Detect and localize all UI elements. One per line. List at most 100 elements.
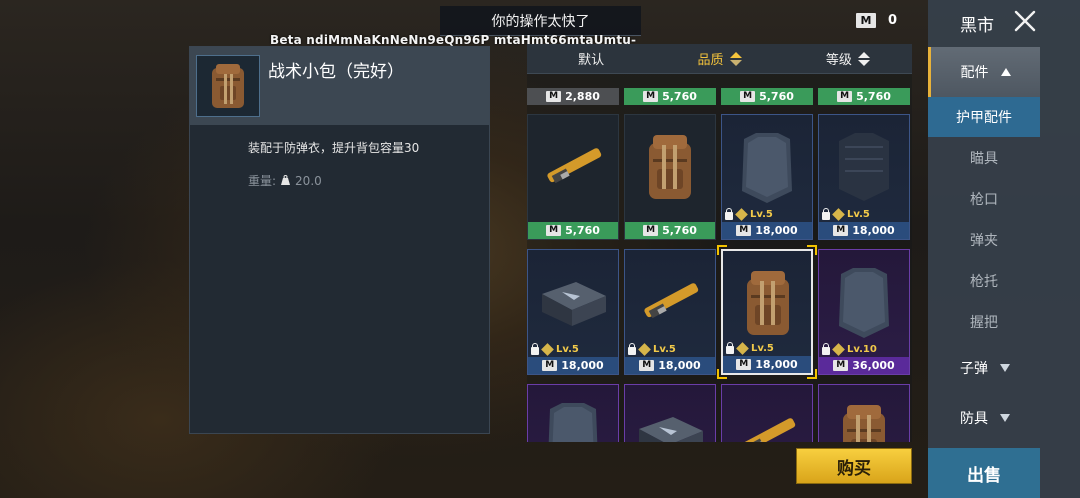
toast-text: 你的操作太快了 (491, 13, 590, 30)
buy-button[interactable]: 购买 (796, 448, 912, 484)
currency-icon: M (740, 91, 756, 102)
weight-value: 20.0 (295, 173, 322, 188)
item-cell-plate[interactable]: Lv.5 M 18,000 (721, 114, 813, 240)
item-description: 装配于防弹衣，提升背包容量30 (248, 141, 420, 155)
sort-tab-quality[interactable]: 品质 (655, 44, 783, 73)
market-grid: 默认 品质 等级 M 2,880 M 5,760 M 5,760 M 5,760 M 5,760… (527, 44, 912, 442)
balance-value: 0 (888, 13, 898, 28)
item-cell-plate[interactable] (527, 384, 619, 442)
sort-arrows-icon (857, 51, 870, 66)
price-value: 5,760 (662, 224, 697, 237)
selection-corner (807, 245, 817, 255)
item-cell-strap[interactable] (721, 384, 813, 442)
sort-arrows-icon (729, 51, 742, 66)
sub-category-item[interactable]: 枪托 (928, 261, 1040, 301)
currency-icon: M (736, 359, 752, 370)
price-tag: M 5,760 (624, 88, 716, 105)
level-requirement: Lv.5 (531, 342, 579, 356)
currency-icon: M (639, 360, 655, 371)
weight-icon (281, 175, 291, 185)
price-value: 36,000 (852, 359, 895, 372)
chevron-down-icon (1000, 364, 1010, 372)
price-value: 2,880 (565, 90, 600, 103)
item-cell-pouch[interactable]: M 5,760 (624, 114, 716, 240)
currency-icon: M (736, 225, 752, 236)
price-tag: M 5,760 (721, 88, 813, 105)
rank-icon (736, 342, 749, 355)
lock-icon (531, 342, 539, 355)
currency-icon: M (643, 225, 659, 236)
lock-icon (628, 342, 636, 355)
price-value: 5,760 (759, 90, 794, 103)
sub-category-item[interactable]: 弹夹 (928, 220, 1040, 260)
item-detail-header: 战术小包（完好） (190, 47, 489, 125)
price-value: 18,000 (755, 224, 798, 237)
price-value: 18,000 (755, 358, 798, 371)
category-ammo[interactable]: 子弹 (928, 343, 1042, 393)
item-cell-plate[interactable]: Lv.10 M 36,000 (818, 249, 910, 375)
item-cell-case[interactable] (624, 384, 716, 442)
selection-corner (717, 369, 727, 379)
level-requirement: Lv.5 (726, 341, 774, 355)
selection-corner (807, 369, 817, 379)
price-tag: M 2,880 (527, 88, 619, 105)
price-value: 18,000 (658, 359, 701, 372)
price-tag: M 5,760 (818, 88, 910, 105)
rate-limit-toast: 你的操作太快了 (440, 6, 641, 36)
item-cell-vest-plate[interactable]: Lv.5 M 18,000 (818, 114, 910, 240)
item-cell-case[interactable]: Lv.5 M 18,000 (527, 249, 619, 375)
sort-tab-level[interactable]: 等级 (784, 44, 912, 73)
item-cell-pouch[interactable] (818, 384, 910, 442)
black-market-sidebar: 黑市 配件 护甲配件 瞄具 枪口 弹夹 枪托 握把 子弹 防具 出售 (928, 0, 1080, 498)
price-tag: M 18,000 (528, 357, 618, 374)
lock-icon (726, 341, 734, 354)
chevron-down-icon (1000, 414, 1010, 422)
price-tag: M 5,760 (528, 222, 618, 239)
weight-label: 重量: (248, 174, 277, 188)
chevron-up-icon (1000, 68, 1011, 76)
level-requirement: Lv.5 (725, 207, 773, 221)
item-weight: 重量: 20.0 (248, 172, 322, 189)
rank-icon (832, 208, 845, 221)
category-armor[interactable]: 防具 (928, 393, 1042, 443)
level-requirement: Lv.10 (822, 342, 877, 356)
price-tag: M 18,000 (723, 356, 811, 373)
price-value: 18,000 (852, 224, 895, 237)
currency-icon: M (833, 225, 849, 236)
sell-button[interactable]: 出售 (928, 448, 1040, 498)
currency-icon: M (542, 360, 558, 371)
currency-icon: M (856, 13, 876, 28)
price-tag: M 18,000 (819, 222, 909, 239)
price-tag: M 18,000 (722, 222, 812, 239)
level-requirement: Lv.5 (822, 207, 870, 221)
currency-balance: M 0 (856, 13, 897, 28)
item-title: 战术小包（完好） (268, 62, 404, 82)
price-tag: M 5,760 (625, 222, 715, 239)
item-cell-strap[interactable]: Lv.5 M 18,000 (624, 249, 716, 375)
lock-icon (822, 207, 830, 220)
price-tag: M 18,000 (625, 357, 715, 374)
rank-icon (832, 343, 845, 356)
price-value: 5,760 (856, 90, 891, 103)
rank-icon (541, 343, 554, 356)
item-detail-panel: 战术小包（完好） 装配于防弹衣，提升背包容量30 重量: 20.0 (189, 46, 490, 434)
sort-bar: 默认 品质 等级 (527, 44, 912, 74)
lock-icon (725, 207, 733, 220)
currency-icon: M (546, 225, 562, 236)
rank-icon (735, 208, 748, 221)
price-value: 18,000 (561, 359, 604, 372)
sort-tab-default[interactable]: 默认 (527, 44, 655, 73)
lock-icon (822, 342, 830, 355)
tactical-pouch-icon (196, 55, 260, 117)
category-accessory[interactable]: 配件 (928, 47, 1040, 97)
sub-category-item[interactable]: 握把 (928, 302, 1040, 342)
sub-category-item[interactable]: 瞄具 (928, 138, 1040, 178)
sub-category-item[interactable]: 护甲配件 (928, 97, 1040, 137)
selection-corner (717, 245, 727, 255)
price-tag: M 36,000 (819, 357, 909, 374)
close-icon[interactable] (1013, 9, 1037, 33)
item-cell-strap[interactable]: M 5,760 (527, 114, 619, 240)
item-cell-pouch[interactable]: Lv.5 M 18,000 (721, 249, 813, 375)
sub-category-item[interactable]: 枪口 (928, 179, 1040, 219)
currency-icon: M (837, 91, 853, 102)
